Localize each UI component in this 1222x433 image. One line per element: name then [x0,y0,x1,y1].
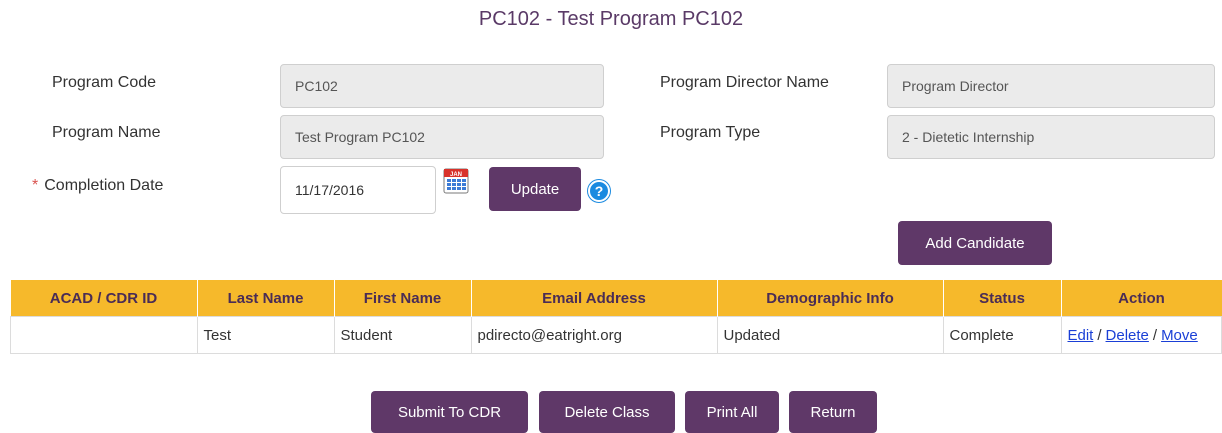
cell-status: Complete [942,316,1062,354]
cell-email: pdirecto@eatright.org [470,316,718,354]
program-name-label: Program Name [52,124,161,141]
program-director-field[interactable]: Program Director [887,64,1215,108]
col-header-last-name[interactable]: Last Name [197,280,335,317]
program-code-label: Program Code [52,74,157,91]
action-separator: / [1152,326,1158,344]
col-header-first-name[interactable]: First Name [334,280,472,317]
move-link[interactable]: Move [1161,327,1198,344]
completion-date-label: * Completion Date [32,177,163,195]
delete-link[interactable]: Delete [1106,327,1149,344]
delete-class-button[interactable]: Delete Class [539,391,675,433]
col-header-demographic[interactable]: Demographic Info [717,280,944,317]
program-code-field[interactable]: PC102 [280,64,604,108]
candidates-table: ACAD / CDR ID Last Name First Name Email… [10,280,1222,354]
submit-to-cdr-button[interactable]: Submit To CDR [371,391,528,433]
completion-date-label-text: Completion Date [44,177,164,194]
program-name-field[interactable]: Test Program PC102 [280,115,604,159]
calendar-icon[interactable]: JAN [443,166,469,194]
col-header-status[interactable]: Status [943,280,1062,317]
page-title: PC102 - Test Program PC102 [478,8,744,30]
col-header-email[interactable]: Email Address [471,280,718,317]
cell-first-name: Student [333,316,472,354]
cell-actions: Edit / Delete / Move [1060,316,1222,354]
add-candidate-button[interactable]: Add Candidate [898,221,1052,265]
col-header-action: Action [1061,280,1222,317]
program-code-value: PC102 [295,78,338,94]
cell-last-name: Test [196,316,335,354]
return-button[interactable]: Return [789,391,877,433]
program-name-value: Test Program PC102 [295,129,425,145]
completion-date-input[interactable] [280,166,436,214]
program-type-field[interactable]: 2 - Dietetic Internship [887,115,1215,159]
table-row: Test Student pdirecto@eatright.org Updat… [10,316,1222,354]
edit-link[interactable]: Edit [1068,327,1094,344]
cell-demographic: Updated [716,316,944,354]
required-marker: * [32,177,39,194]
calendar-icon-month: JAN [450,172,462,178]
help-icon[interactable]: ? [588,180,610,202]
table-header-row: ACAD / CDR ID Last Name First Name Email… [10,280,1222,317]
program-type-label: Program Type [660,124,761,141]
print-all-button[interactable]: Print All [685,391,779,433]
update-button[interactable]: Update [489,167,581,211]
col-header-acad-id[interactable]: ACAD / CDR ID [10,280,198,317]
cell-acad-id [10,316,198,354]
program-director-label: Program Director Name [660,74,829,91]
action-separator: / [1097,326,1102,344]
program-director-value: Program Director [902,78,1009,94]
program-type-value: 2 - Dietetic Internship [902,129,1035,145]
